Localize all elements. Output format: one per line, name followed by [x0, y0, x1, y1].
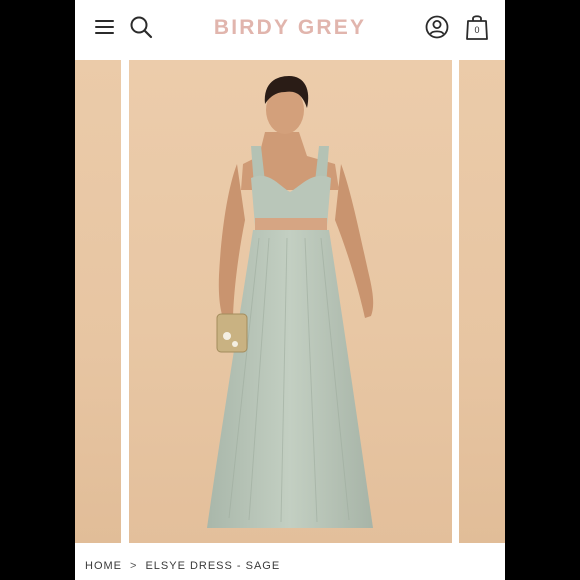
cart-count-badge: 0: [474, 25, 480, 35]
account-icon[interactable]: [425, 15, 449, 39]
page-frame: BIRDY GREY 0 HOME > ELSYE DRESS - SAGE: [75, 0, 505, 580]
product-image-carousel[interactable]: [75, 60, 505, 545]
breadcrumb-separator: >: [130, 560, 138, 572]
model-in-dress-illustration: [207, 76, 374, 528]
product-image: [129, 60, 452, 543]
breadcrumb-home-link[interactable]: HOME: [85, 560, 122, 572]
site-header: BIRDY GREY 0: [75, 0, 505, 58]
previous-slide-image[interactable]: [75, 60, 121, 543]
breadcrumb-current: ELSYE DRESS - SAGE: [145, 560, 281, 572]
next-slide-image[interactable]: [459, 60, 505, 543]
breadcrumb: HOME > ELSYE DRESS - SAGE: [85, 560, 280, 572]
shopping-bag-button[interactable]: 0: [465, 13, 489, 41]
